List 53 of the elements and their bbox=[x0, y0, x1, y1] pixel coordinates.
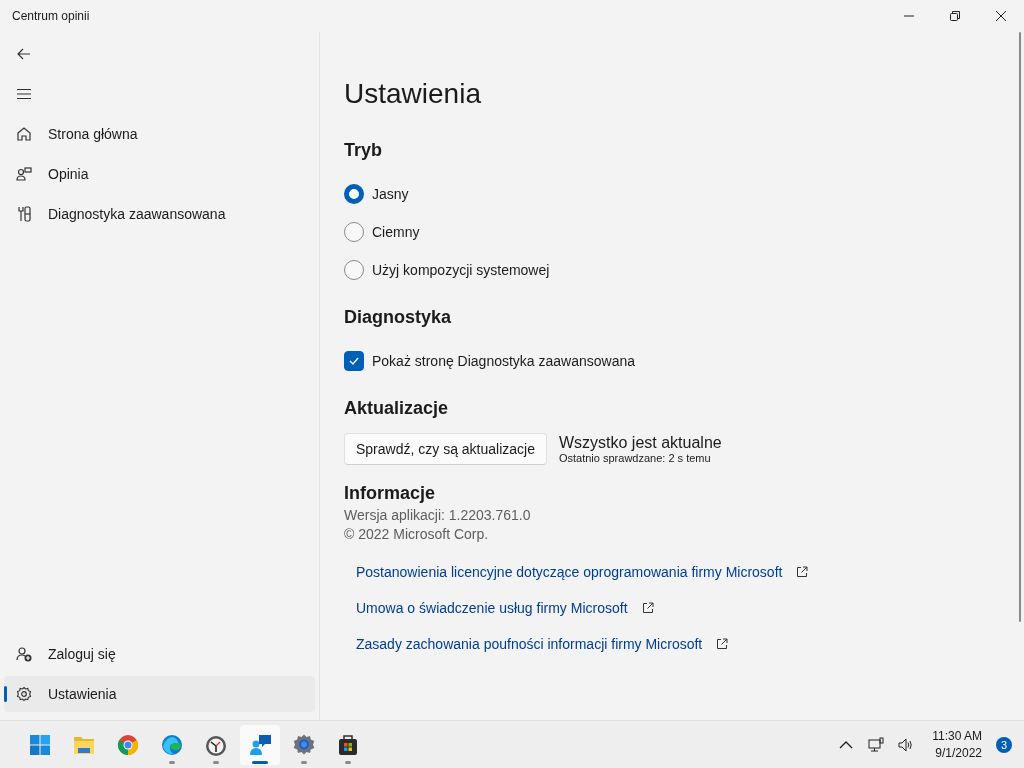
add-person-icon bbox=[16, 646, 32, 662]
section-heading: Aktualizacje bbox=[344, 398, 449, 419]
people-chat-icon bbox=[16, 166, 32, 182]
restore-icon bbox=[950, 11, 960, 21]
browser-icon bbox=[117, 734, 139, 755]
last-checked-text: Ostatnio sprawdzane: 2 s temu bbox=[558, 452, 712, 464]
taskbar-app[interactable] bbox=[240, 724, 280, 765]
nav-item[interactable]: Diagnostyka zaawansowana bbox=[4, 196, 315, 232]
external-link-icon bbox=[796, 566, 809, 578]
nav-item[interactable]: Ustawienia bbox=[4, 676, 315, 712]
radio-button[interactable] bbox=[344, 184, 364, 204]
link[interactable]: Umowa o świadczenie usług firmy Microsoft bbox=[356, 600, 628, 616]
radio-button[interactable] bbox=[344, 260, 364, 280]
selection-indicator bbox=[4, 686, 7, 702]
nav-item[interactable]: Zaloguj się bbox=[4, 636, 315, 672]
scrollbar[interactable] bbox=[1019, 32, 1021, 622]
version-text: Wersja aplikacji: 1.2203.761.0 bbox=[344, 507, 531, 523]
external-link-icon bbox=[641, 602, 654, 614]
checkbox-label: Pokaż stronę Diagnostyka zaawansowana bbox=[372, 353, 636, 369]
checkmark-icon bbox=[348, 355, 360, 367]
section-heading: Diagnostyka bbox=[344, 307, 452, 328]
update-status: Wszystko jest aktualne bbox=[558, 434, 722, 452]
home-icon bbox=[16, 126, 32, 142]
copyright-text: © 2022 Microsoft Corp. bbox=[344, 526, 489, 542]
windows-logo-icon bbox=[30, 734, 50, 755]
settings-icon bbox=[16, 686, 32, 702]
nav-item[interactable]: Strona główna bbox=[4, 116, 315, 152]
section-heading: Tryb bbox=[344, 140, 382, 161]
radio-button[interactable] bbox=[344, 222, 364, 242]
close-icon bbox=[996, 11, 1006, 21]
menu-icon bbox=[16, 86, 32, 102]
clock-button[interactable]: 11:30 AM 9/1/2022 bbox=[924, 727, 990, 762]
tools-icon bbox=[16, 206, 32, 222]
check-updates-button[interactable]: Sprawdź, czy są aktualizacje bbox=[344, 433, 547, 465]
radio-label: Użyj kompozycji systemowej bbox=[372, 262, 550, 278]
window-title: Centrum opinii bbox=[11, 9, 90, 23]
checkbox[interactable] bbox=[344, 351, 364, 371]
radio-label: Ciemny bbox=[372, 224, 420, 240]
people-chat-icon bbox=[250, 734, 271, 755]
link[interactable]: Zasady zachowania poufności informacji firmy Microsoft bbox=[356, 636, 703, 652]
section-heading: Informacje bbox=[344, 483, 436, 504]
store-bag-icon bbox=[339, 734, 357, 755]
page-title: Ustawienia bbox=[344, 78, 481, 110]
browser-wave-icon bbox=[162, 734, 182, 755]
folder-icon bbox=[74, 736, 94, 754]
notification-badge[interactable]: 3 bbox=[996, 736, 1012, 753]
link[interactable]: Postanowienia licencyjne dotyczące oprogramowania firmy Microsoft bbox=[356, 564, 783, 580]
external-link-icon bbox=[716, 638, 729, 650]
nav-item[interactable]: Opinia bbox=[4, 156, 315, 192]
settings-icon bbox=[293, 734, 315, 754]
radio-label: Jasny bbox=[372, 186, 409, 202]
clock-icon bbox=[206, 735, 226, 756]
back-arrow-icon bbox=[16, 46, 32, 62]
